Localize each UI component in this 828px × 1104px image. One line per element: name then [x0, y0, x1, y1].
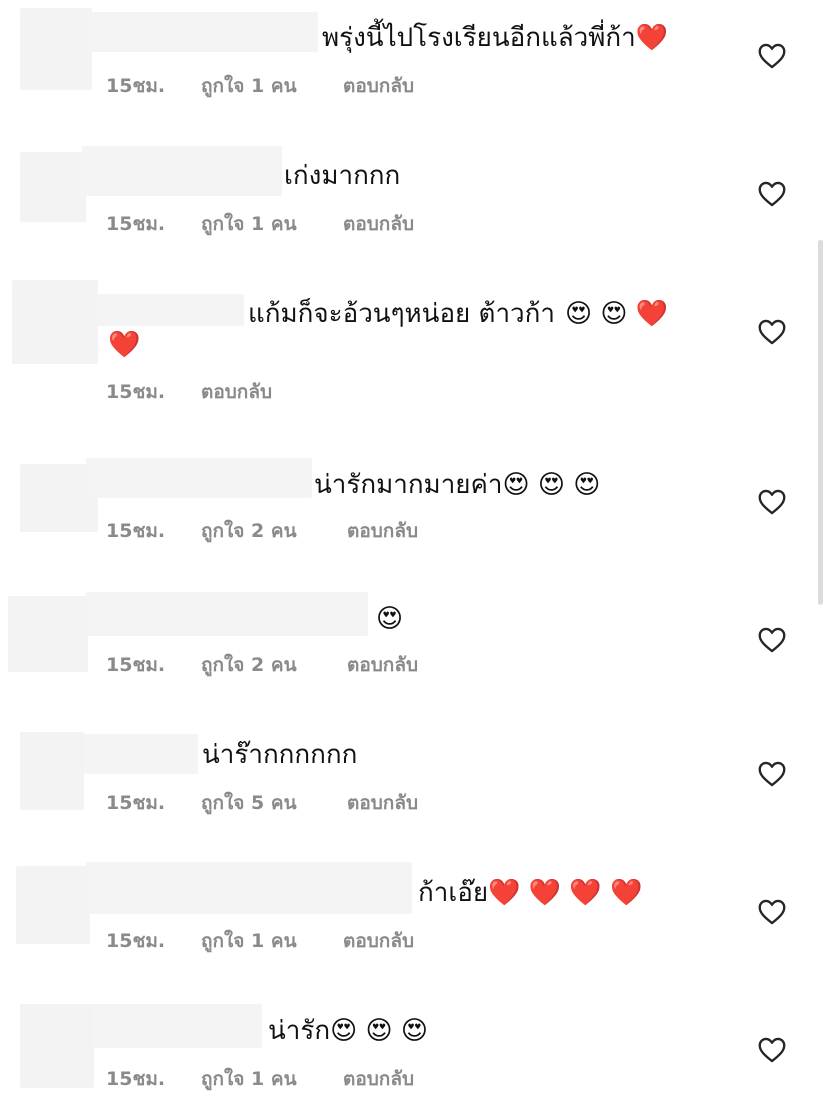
comment-time: 15ชม.	[106, 75, 166, 97]
comment-body: เก่งมากกก	[284, 161, 401, 191]
comment-emoji: 😍 😍 😍	[330, 1016, 428, 1046]
comment-text: เก่งมากกก	[284, 159, 400, 193]
avatar[interactable]	[20, 152, 86, 222]
comment-meta: 15ชม. ถูกใจ 1 คน ตอบกลับ	[106, 74, 414, 98]
heart-outline-icon	[758, 319, 786, 345]
username-redacted[interactable]	[86, 12, 318, 52]
username-redacted[interactable]	[86, 862, 412, 914]
avatar[interactable]	[12, 280, 98, 364]
comment-time: 15ชม.	[106, 520, 166, 542]
comment-emoji: ❤️	[635, 23, 669, 53]
comment-text-line2: ❤️	[108, 328, 140, 362]
comment-body: พรุ่งนี้ไปโรงเรียนอีกแล้วพี่ก้า	[322, 23, 636, 53]
comment-body: น่ารักมากมายค่า	[314, 470, 503, 500]
comment-meta: 15ชม. ถูกใจ 1 คน ตอบกลับ	[106, 212, 414, 236]
comment-likes[interactable]: ถูกใจ 2 คน	[201, 519, 347, 543]
comment-emoji: ❤️ ❤️ ❤️ ❤️	[488, 878, 643, 908]
comment-time: 15ชม.	[106, 930, 166, 952]
like-button[interactable]	[758, 1037, 786, 1063]
comment-time: 15ชม.	[106, 1068, 166, 1090]
heart-outline-icon	[758, 627, 786, 653]
like-button[interactable]	[758, 319, 786, 345]
comment-meta: 15ชม. ถูกใจ 1 คน ตอบกลับ	[106, 1067, 414, 1091]
reply-button[interactable]: ตอบกลับ	[343, 1067, 414, 1091]
username-redacted[interactable]	[86, 592, 368, 636]
heart-outline-icon	[758, 899, 786, 925]
comment-likes[interactable]: ถูกใจ 1 คน	[201, 74, 343, 98]
comment-likes[interactable]: ถูกใจ 2 คน	[201, 653, 347, 677]
comment-time: 15ชม.	[106, 792, 166, 814]
reply-button[interactable]: ตอบกลับ	[343, 74, 414, 98]
reply-button[interactable]: ตอบกลับ	[347, 791, 418, 815]
comment-meta: 15ชม. ถูกใจ 2 คน ตอบกลับ	[106, 653, 418, 677]
comment-text: 😍	[376, 602, 403, 636]
like-button[interactable]	[758, 761, 786, 787]
comment-likes[interactable]: ถูกใจ 5 คน	[201, 791, 347, 815]
scrollbar[interactable]	[818, 240, 823, 605]
comment-text: น่าร๊ากกกกกก	[202, 738, 357, 772]
heart-outline-icon	[758, 489, 786, 515]
like-button[interactable]	[758, 489, 786, 515]
comment-text: แก้มก็จะอ้วนๆหน่อย ต้าวก้า 😍 😍 ❤️	[248, 297, 668, 331]
comment-text: พรุ่งนี้ไปโรงเรียนอีกแล้วพี่ก้า❤️	[322, 21, 668, 55]
heart-outline-icon	[758, 1037, 786, 1063]
reply-button[interactable]: ตอบกลับ	[347, 653, 418, 677]
reply-button[interactable]: ตอบกลับ	[343, 929, 414, 953]
comment-body: น่ารัก	[268, 1016, 331, 1046]
comment-meta: 15ชม. ถูกใจ 1 คน ตอบกลับ	[106, 929, 414, 953]
like-button[interactable]	[758, 627, 786, 653]
username-redacted[interactable]	[82, 146, 282, 196]
like-button[interactable]	[758, 181, 786, 207]
comment-time: 15ชม.	[106, 213, 166, 235]
comment-text: น่ารัก😍 😍 😍	[268, 1014, 428, 1048]
comment-meta: 15ชม. ตอบกลับ	[106, 380, 272, 404]
avatar[interactable]	[20, 8, 92, 90]
heart-outline-icon	[758, 43, 786, 69]
comment-body: ก้าเอ๊ย	[418, 878, 489, 908]
comment-emoji: 😍 😍 😍	[502, 470, 601, 500]
reply-button[interactable]: ตอบกลับ	[343, 212, 414, 236]
comment-emoji: 😍	[376, 604, 404, 634]
comment-time: 15ชม.	[106, 654, 166, 676]
avatar[interactable]	[20, 732, 84, 810]
comment-body: แก้มก็จะอ้วนๆหน่อย ต้าวก้า	[248, 299, 555, 329]
comment-body: น่าร๊ากกกกกก	[202, 740, 358, 770]
reply-button[interactable]: ตอบกลับ	[201, 380, 272, 404]
avatar[interactable]	[20, 1004, 94, 1088]
avatar[interactable]	[8, 596, 88, 672]
comment-time: 15ชม.	[106, 381, 166, 403]
username-redacted[interactable]	[98, 294, 244, 326]
reply-button[interactable]: ตอบกลับ	[347, 519, 418, 543]
username-redacted[interactable]	[86, 458, 312, 498]
heart-outline-icon	[758, 761, 786, 787]
comment-list: พรุ่งนี้ไปโรงเรียนอีกแล้วพี่ก้า❤️ 15ชม. ถ…	[0, 0, 828, 1104]
comment-text: น่ารักมากมายค่า😍 😍 😍	[314, 468, 600, 502]
comment-emoji: ❤️	[108, 330, 141, 360]
comment-likes[interactable]: ถูกใจ 1 คน	[201, 212, 343, 236]
comment-likes[interactable]: ถูกใจ 1 คน	[201, 1067, 343, 1091]
comment-meta: 15ชม. ถูกใจ 2 คน ตอบกลับ	[106, 519, 418, 543]
comment-likes[interactable]: ถูกใจ 1 คน	[201, 929, 343, 953]
comment-text: ก้าเอ๊ย❤️ ❤️ ❤️ ❤️	[418, 876, 642, 910]
heart-outline-icon	[758, 181, 786, 207]
username-redacted[interactable]	[92, 1004, 262, 1048]
comment-emoji: 😍 😍 ❤️	[565, 299, 669, 329]
comment-meta: 15ชม. ถูกใจ 5 คน ตอบกลับ	[106, 791, 418, 815]
like-button[interactable]	[758, 43, 786, 69]
like-button[interactable]	[758, 899, 786, 925]
username-redacted[interactable]	[84, 734, 198, 774]
avatar[interactable]	[16, 866, 90, 944]
